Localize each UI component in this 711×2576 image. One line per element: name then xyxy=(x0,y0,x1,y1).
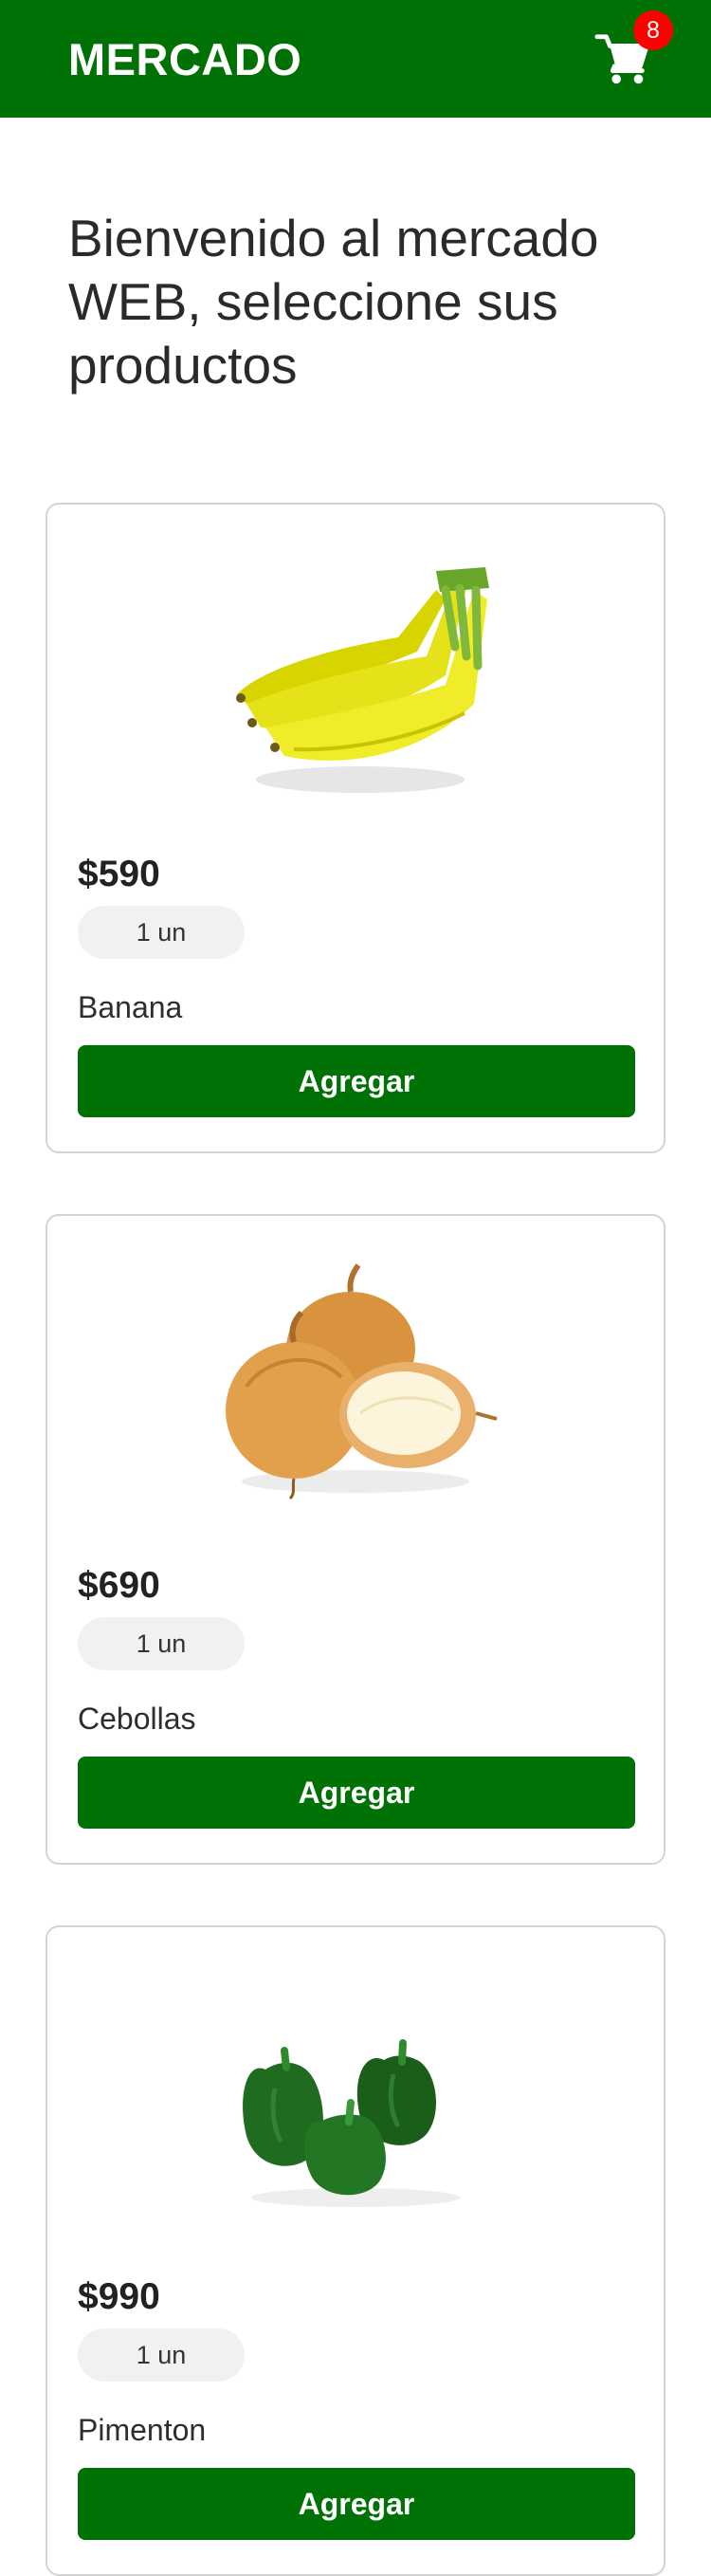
quantity-selector[interactable]: 1 un xyxy=(78,1617,245,1670)
product-card: $590 1 un Banana Agregar xyxy=(46,503,665,1153)
product-name: Pimenton xyxy=(78,2413,207,2447)
product-price: $690 xyxy=(78,1565,160,1606)
product-name: Banana xyxy=(78,990,183,1024)
cart-button[interactable]: 8 xyxy=(593,10,673,88)
add-to-cart-button[interactable]: Agregar xyxy=(78,1757,635,1829)
product-price: $590 xyxy=(78,854,160,894)
add-to-cart-button[interactable]: Agregar xyxy=(78,1045,635,1117)
page-title: Bienvenido al mercado WEB, seleccione su… xyxy=(68,209,599,395)
brand-logo[interactable]: MERCADO xyxy=(68,33,301,85)
cart-count-badge: 8 xyxy=(633,10,673,50)
top-bar: MERCADO 8 xyxy=(0,0,711,118)
product-price: $990 xyxy=(78,2276,160,2317)
quantity-selector[interactable]: 1 un xyxy=(78,906,245,959)
product-card: $990 1 un Pimenton Agregar xyxy=(46,1925,665,2576)
green-pepper-image xyxy=(243,2039,460,2207)
product-name: Cebollas xyxy=(78,1702,196,1736)
product-card: $690 1 un Cebollas Agregar xyxy=(46,1214,665,1865)
quantity-selector[interactable]: 1 un xyxy=(78,2328,245,2382)
banana-image xyxy=(236,567,489,793)
add-to-cart-button[interactable]: Agregar xyxy=(78,2468,635,2540)
onion-image xyxy=(226,1263,498,1500)
